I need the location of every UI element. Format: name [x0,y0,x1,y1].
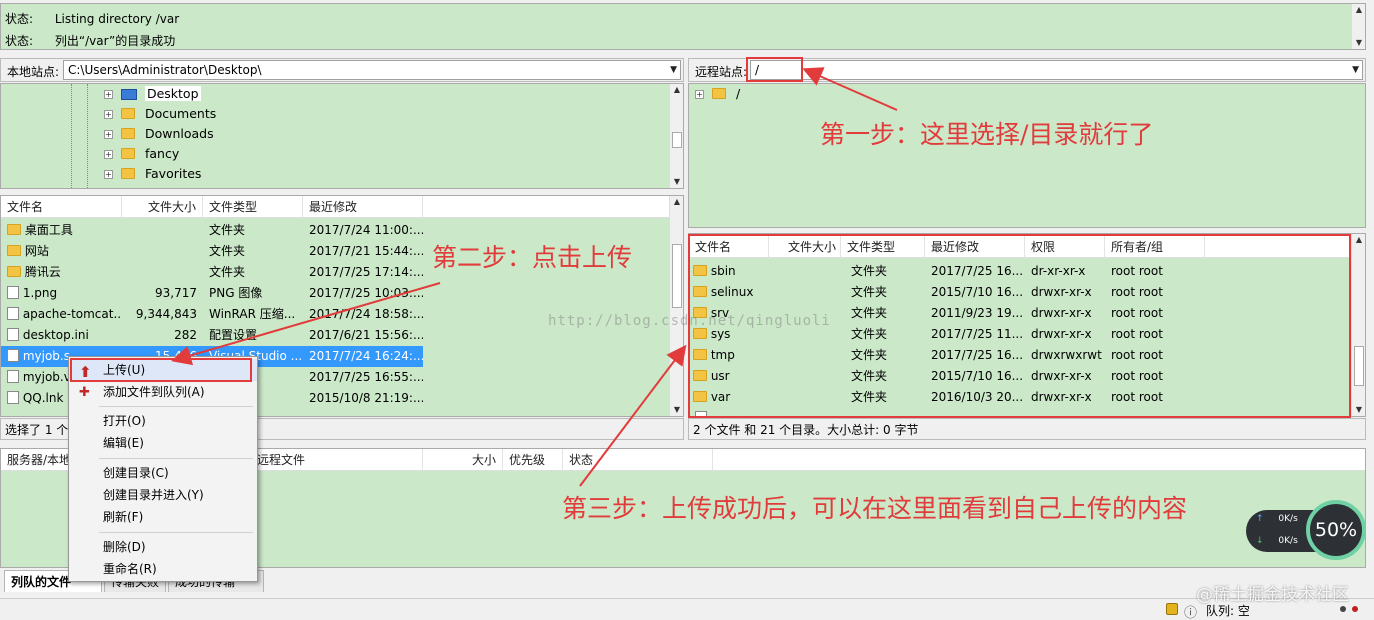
annotation-arrows [171,67,898,487]
step3-arrow [579,344,687,487]
annotation-step3: 第三步：上传成功后，可以在这里面看到自己上传的内容 [562,494,1188,523]
annotation-step1: 第一步：这里选择/目录就行了 [820,120,1154,149]
step2-arrow [171,282,441,366]
annotation-step2: 第二步：点击上传 [432,243,633,272]
step1-arrow [802,67,898,111]
filezilla-window: 状态: Listing directory /var 状态: 列出“/var”的… [0,0,1374,620]
